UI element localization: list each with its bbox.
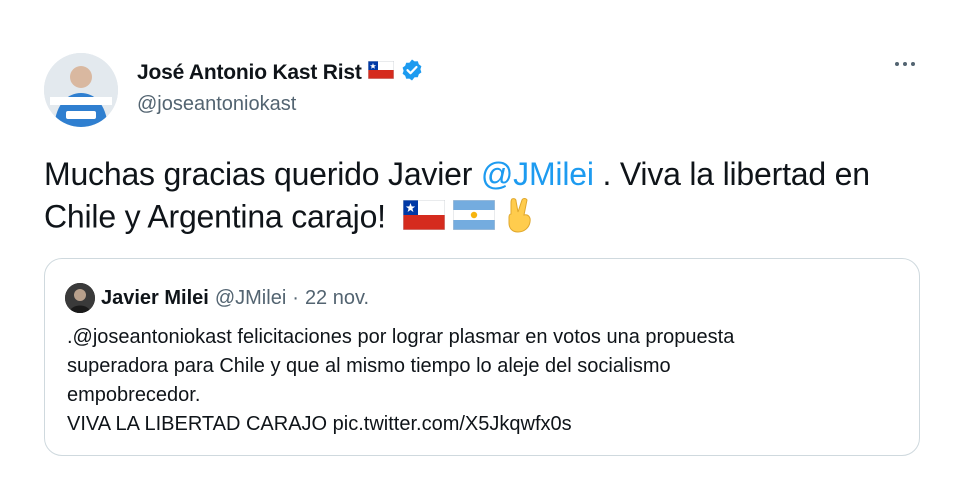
quoted-author-avatar[interactable] bbox=[65, 283, 95, 313]
more-dot bbox=[895, 62, 899, 66]
author-avatar-image bbox=[44, 53, 118, 127]
author-handle[interactable]: @joseantoniokast bbox=[137, 93, 296, 116]
quoted-author-name[interactable]: Javier Milei bbox=[101, 287, 209, 310]
quoted-separator: · bbox=[292, 286, 299, 309]
tweet-text: Muchas gracias querido Javier @JMilei . … bbox=[44, 153, 924, 243]
more-options-icon[interactable] bbox=[895, 62, 915, 66]
quoted-date[interactable]: 22 nov. bbox=[305, 287, 369, 310]
mention-link[interactable]: @JMilei bbox=[481, 156, 594, 192]
quoted-tweet-header: Javier Milei @JMilei · 22 nov. bbox=[65, 283, 369, 313]
more-dot bbox=[911, 62, 915, 66]
quoted-text-line: VIVA LA LIBERTAD CARAJO pic.twitter.com/… bbox=[67, 413, 572, 435]
quoted-tweet[interactable]: Javier Milei @JMilei · 22 nov. .@joseant… bbox=[44, 258, 920, 456]
chile-flag-icon bbox=[402, 198, 445, 240]
quoted-text-line: superadora para Chile y que al mismo tie… bbox=[67, 355, 671, 377]
victory-hand-icon bbox=[503, 195, 537, 243]
verified-badge-icon bbox=[400, 58, 424, 87]
chile-flag-icon bbox=[367, 60, 395, 84]
author-name-row[interactable]: José Antonio Kast Rist bbox=[137, 58, 424, 87]
argentina-flag-icon bbox=[452, 198, 495, 240]
emoji-group bbox=[402, 195, 537, 243]
tweet-card[interactable]: José Antonio Kast Rist @joseantoniokast … bbox=[0, 0, 961, 489]
quoted-tweet-text: .@joseantoniokast felicitaciones por log… bbox=[67, 323, 897, 439]
quoted-text-line: .@joseantoniokast felicitaciones por log… bbox=[67, 326, 735, 348]
more-dot bbox=[903, 62, 907, 66]
quoted-text-line: empobrecedor. bbox=[67, 384, 201, 406]
author-avatar[interactable] bbox=[44, 53, 118, 127]
tweet-text-start: Muchas gracias querido Javier bbox=[44, 156, 481, 192]
quoted-author-handle[interactable]: @JMilei bbox=[215, 287, 286, 310]
author-display-name[interactable]: José Antonio Kast Rist bbox=[137, 61, 362, 85]
